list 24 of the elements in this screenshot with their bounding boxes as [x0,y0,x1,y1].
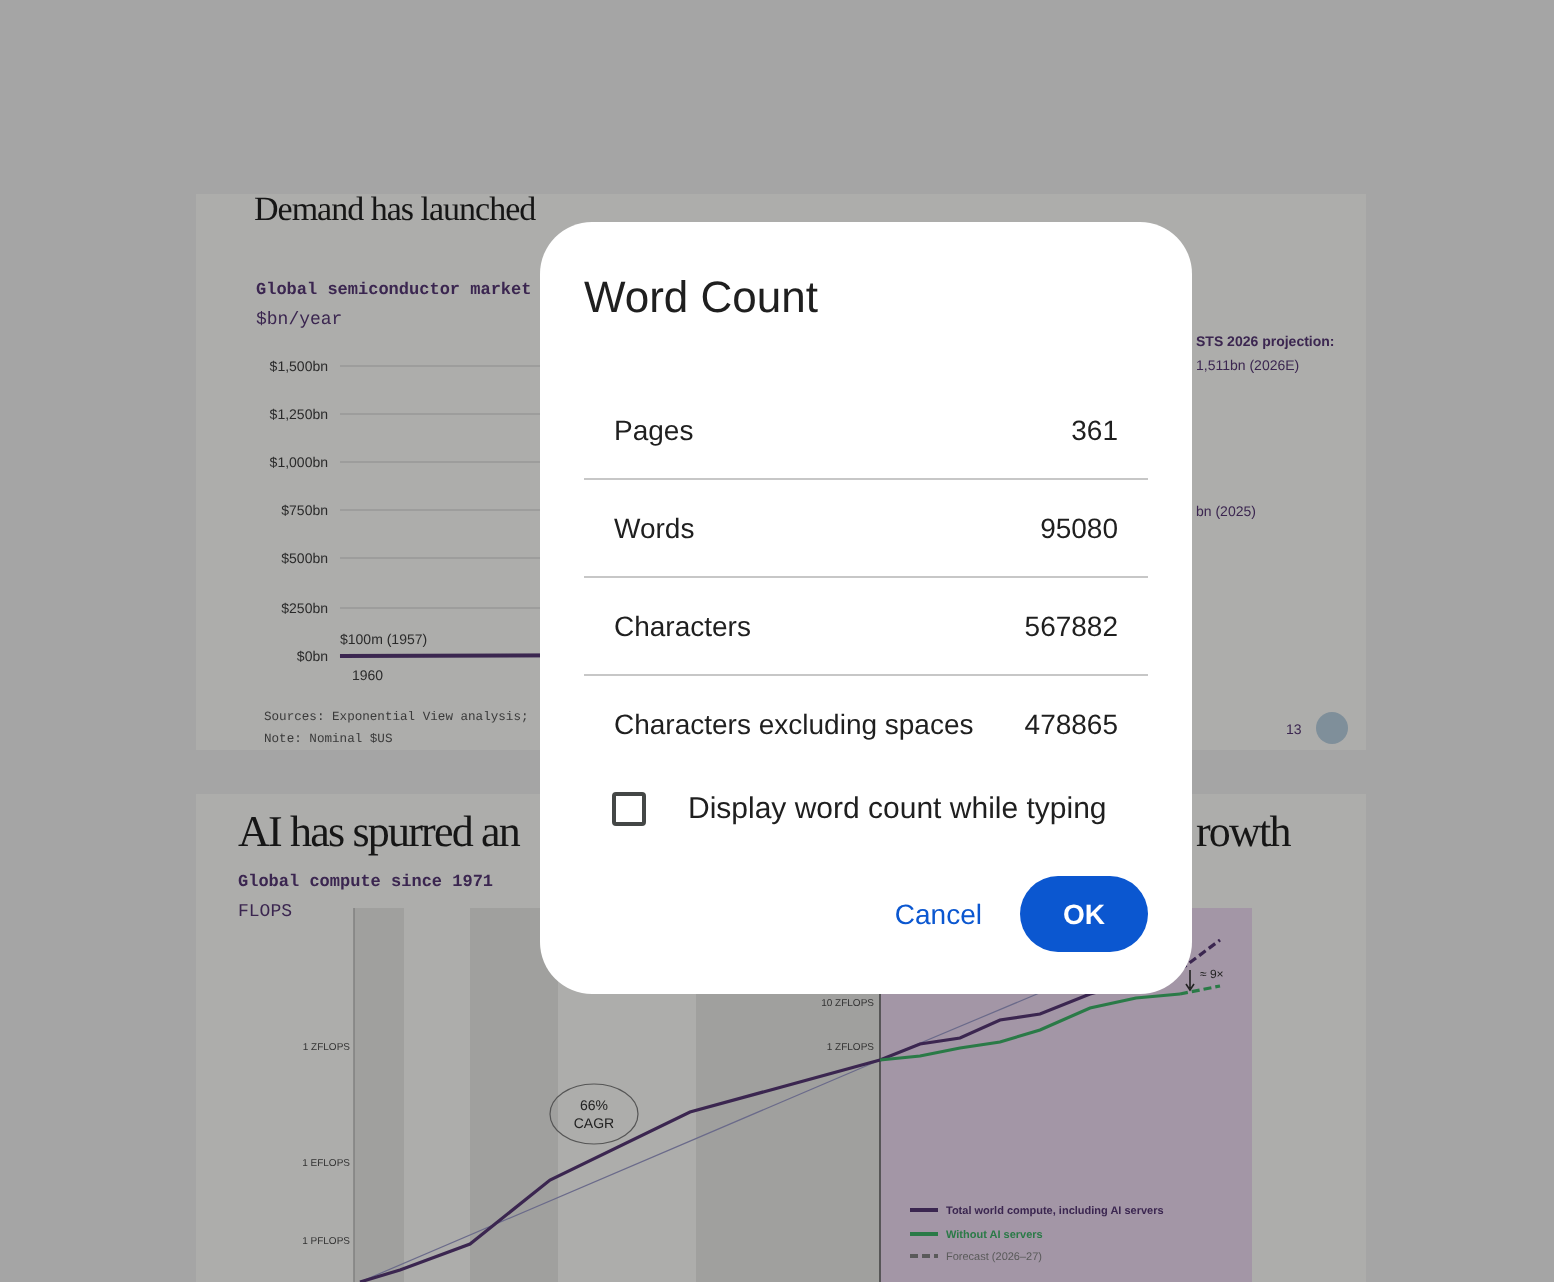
stat-value: 95080 [1040,512,1118,544]
checkbox-label[interactable]: Display word count while typing [688,791,1107,825]
cagr-ellipse [549,1083,639,1145]
chart-subtitle: Global semiconductor market [256,280,532,300]
dialog-title: Word Count [584,270,820,326]
down-arrow-icon [1185,969,1195,992]
stat-label: Pages [614,413,694,445]
checkbox[interactable] [612,791,646,825]
stat-label: Characters excluding spaces [614,708,974,740]
slide-title: AI has spurred an [238,806,519,856]
slide-title: Demand has launched [254,194,536,228]
stat-value: 361 [1071,413,1118,445]
logo-icon [1316,712,1348,744]
chart-unit: FLOPS [238,902,293,922]
stat-value: 478865 [1024,708,1118,740]
stat-label: Words [614,512,695,544]
stat-label: Characters [614,610,751,642]
slide-title: rowth [1196,806,1290,856]
chart-unit: $bn/year [256,310,343,330]
stat-value: 567882 [1024,610,1118,642]
cancel-button[interactable]: Cancel [894,876,982,952]
chart-subtitle: Global compute since 1971 [238,872,494,892]
ok-button[interactable]: OK [1020,876,1148,952]
forecast-line [1179,984,1221,996]
